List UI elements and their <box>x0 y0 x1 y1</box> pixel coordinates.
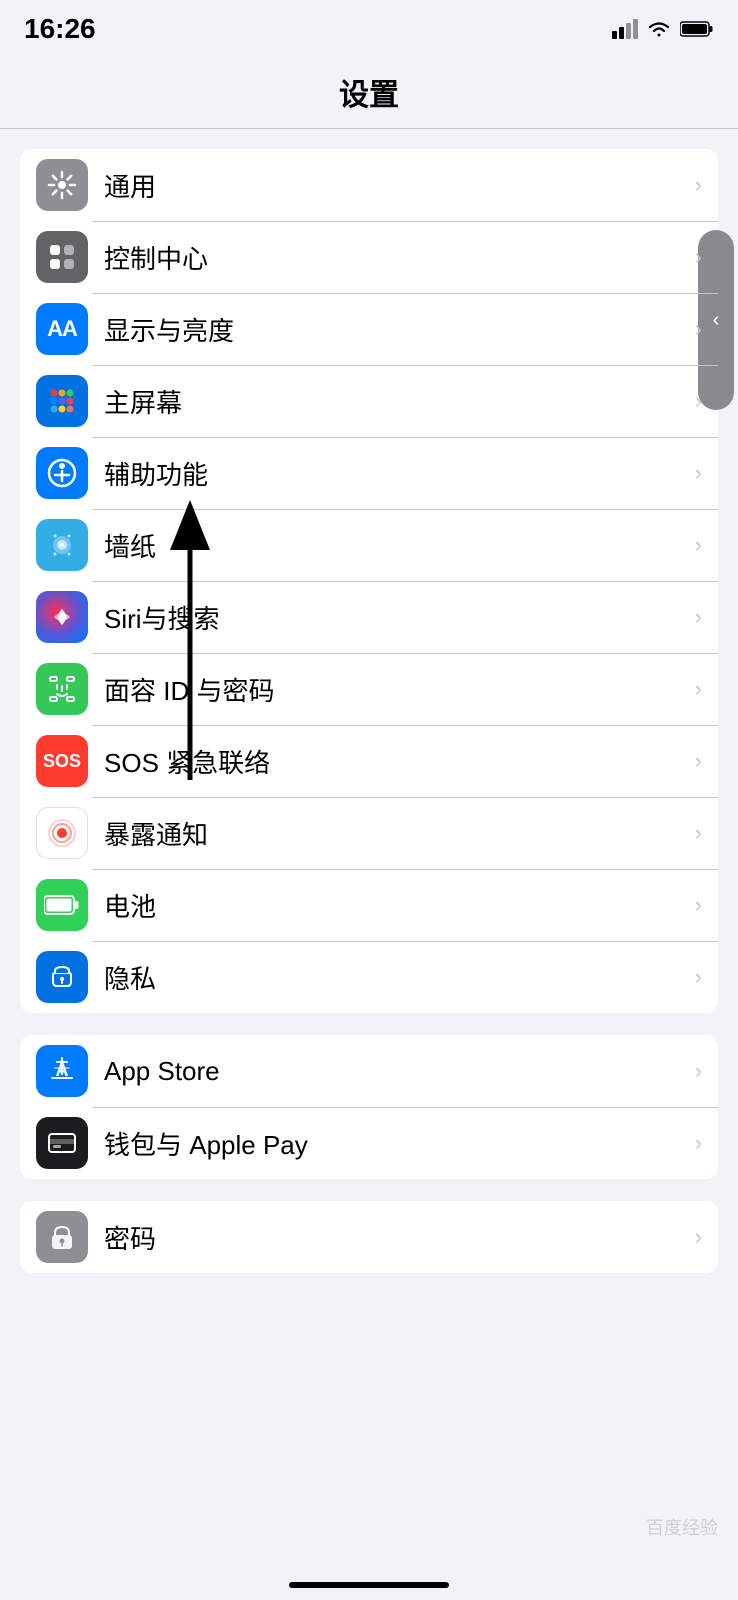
settings-label-xianshi: 显示与亮度 <box>104 311 687 348</box>
settings-icon-siri <box>36 591 88 643</box>
page-title: 设置 <box>339 79 399 112</box>
settings-label-kongzhi: 控制中心 <box>104 239 687 276</box>
settings-icon-appstore: A <box>36 1045 88 1097</box>
chevron-icon: › <box>695 964 702 990</box>
chevron-icon: › <box>695 460 702 486</box>
baidu-watermark: 百度经验 <box>646 1514 718 1540</box>
status-time: 16:26 <box>24 13 96 45</box>
chevron-icon: › <box>695 1130 702 1156</box>
settings-row-zhupingmu[interactable]: 主屏幕 › <box>20 365 718 437</box>
settings-label-appstore: App Store <box>104 1056 687 1087</box>
settings-row-kongzhi[interactable]: 控制中心 › <box>20 221 718 293</box>
settings-label-sos: SOS 紧急联络 <box>104 743 687 780</box>
chevron-icon: › <box>695 388 702 414</box>
settings-icon-tongyong <box>36 159 88 211</box>
settings-label-faceid: 面容 ID 与密码 <box>104 671 687 708</box>
chevron-icon: › <box>695 748 702 774</box>
chevron-icon: › <box>695 1224 702 1250</box>
settings-icon-zhupingmu <box>36 375 88 427</box>
settings-icon-xianshi: AA <box>36 303 88 355</box>
settings-icon-faceid <box>36 663 88 715</box>
settings-label-mima: 密码 <box>104 1219 687 1256</box>
settings-icon-baolu <box>36 807 88 859</box>
settings-row-sos[interactable]: SOS SOS 紧急联络 › <box>20 725 718 797</box>
home-indicator <box>289 1582 449 1588</box>
status-icons <box>612 19 714 39</box>
chevron-icon: › <box>695 604 702 630</box>
settings-label-tongyong: 通用 <box>104 167 687 204</box>
settings-label-siri: Siri与搜索 <box>104 599 687 636</box>
settings-group-1: 通用 › 控制中心 › AA 显示与亮度 › <box>20 149 718 1013</box>
settings-group-3: 密码 › <box>20 1201 718 1273</box>
settings-row-mima[interactable]: 密码 › <box>20 1201 718 1273</box>
chevron-icon: › <box>695 676 702 702</box>
settings-icon-applepay <box>36 1117 88 1169</box>
settings-icon-kongzhi <box>36 231 88 283</box>
settings-label-yinsi: 隐私 <box>104 959 687 996</box>
settings-icon-mima <box>36 1211 88 1263</box>
settings-label-applepay: 钱包与 Apple Pay <box>104 1125 687 1162</box>
settings-row-siri[interactable]: Siri与搜索 › <box>20 581 718 653</box>
settings-row-appstore[interactable]: A App Store › <box>20 1035 718 1107</box>
chevron-icon: › <box>695 316 702 342</box>
settings-group-2: A App Store › 钱包与 Apple Pay › <box>20 1035 718 1179</box>
settings-row-fuzhu[interactable]: 辅助功能 › <box>20 437 718 509</box>
settings-icon-yinsi <box>36 951 88 1003</box>
settings-label-qiangzhi: 墙纸 <box>104 527 687 564</box>
chevron-icon: › <box>695 532 702 558</box>
chevron-icon: › <box>695 892 702 918</box>
settings-row-baolu[interactable]: 暴露通知 › <box>20 797 718 869</box>
nav-bar: 设置 <box>0 52 738 128</box>
settings-label-baolu: 暴露通知 <box>104 815 687 852</box>
settings-icon-sos: SOS <box>36 735 88 787</box>
battery-icon <box>680 20 714 38</box>
chevron-icon: › <box>695 172 702 198</box>
settings-row-qiangzhi[interactable]: 墙纸 › <box>20 509 718 581</box>
chevron-icon: › <box>695 244 702 270</box>
chevron-icon: › <box>695 1058 702 1084</box>
settings-icon-qiangzhi <box>36 519 88 571</box>
settings-label-zhupingmu: 主屏幕 <box>104 383 687 420</box>
chevron-icon: › <box>695 820 702 846</box>
settings-icon-dianchi <box>36 879 88 931</box>
settings-row-dianchi[interactable]: 电池 › <box>20 869 718 941</box>
settings-label-dianchi: 电池 <box>104 887 687 924</box>
settings-icon-fuzhu <box>36 447 88 499</box>
content-area: 通用 › 控制中心 › AA 显示与亮度 › <box>0 129 738 1295</box>
settings-row-faceid[interactable]: 面容 ID 与密码 › <box>20 653 718 725</box>
settings-label-fuzhu: 辅助功能 <box>104 455 687 492</box>
status-bar: 16:26 <box>0 0 738 52</box>
settings-row-xianshi[interactable]: AA 显示与亮度 › <box>20 293 718 365</box>
settings-row-applepay[interactable]: 钱包与 Apple Pay › <box>20 1107 718 1179</box>
settings-row-tongyong[interactable]: 通用 › <box>20 149 718 221</box>
settings-row-yinsi[interactable]: 隐私 › <box>20 941 718 1013</box>
wifi-icon <box>646 19 672 39</box>
signal-icon <box>612 19 638 39</box>
